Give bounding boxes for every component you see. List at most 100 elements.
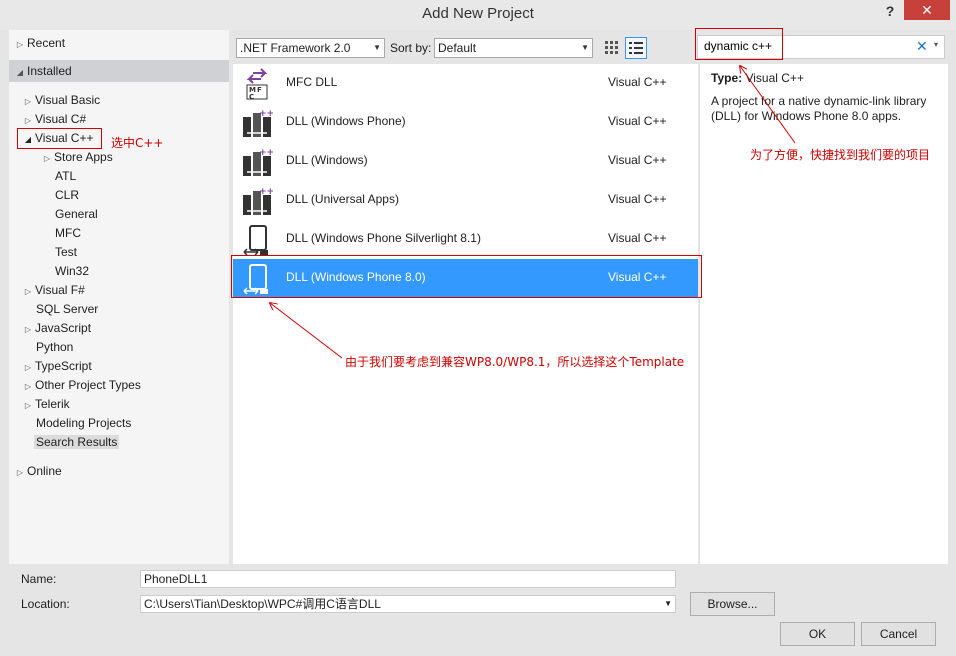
tree-item-visual-fsharp[interactable]: ▷ Visual F# [21, 281, 85, 300]
close-button[interactable]: ✕ [904, 0, 950, 20]
grid-view-icon[interactable] [602, 38, 622, 58]
sort-select[interactable]: Default ▼ [434, 38, 593, 58]
tree-item-atl[interactable]: ATL [55, 167, 76, 186]
phone-dll-icon [241, 224, 273, 256]
tree-label: Python [36, 340, 74, 354]
expand-icon[interactable]: ▷ [40, 149, 54, 168]
tree-item-python[interactable]: Python [36, 338, 73, 357]
project-form: Name: PhoneDLL1 Location: C:\Users\Tian\… [9, 564, 948, 652]
expand-icon[interactable]: ▷ [21, 358, 35, 377]
help-button[interactable]: ? [880, 3, 900, 23]
tree-label: Visual C# [35, 112, 87, 126]
chevron-down-icon: ▼ [581, 43, 589, 52]
expand-icon[interactable]: ▷ [13, 463, 27, 482]
tree-label: MFC [55, 226, 81, 240]
tree-label: Installed [27, 64, 72, 78]
tree-item-typescript[interactable]: ▷ TypeScript [21, 357, 92, 376]
tree-label: TypeScript [35, 359, 92, 373]
chevron-down-icon[interactable]: ▼ [664, 596, 672, 612]
svg-text:++: ++ [259, 187, 273, 197]
type-value: Visual C++ [745, 71, 804, 85]
framework-select[interactable]: .NET Framework 2.0 ▼ [236, 38, 385, 58]
tree-item-modeling-projects[interactable]: Modeling Projects [36, 414, 131, 433]
template-description: A project for a native dynamic-link libr… [711, 94, 927, 123]
svg-text:F: F [257, 86, 262, 94]
tree-item-search-results[interactable]: Search Results [34, 433, 120, 452]
template-row-dll-windows-phone[interactable]: ++ DLL (Windows Phone) Visual C++ [233, 103, 698, 142]
cancel-button[interactable]: Cancel [861, 622, 936, 646]
tree-item-other-project-types[interactable]: ▷ Other Project Types [21, 376, 141, 395]
dll-cpp-icon: ++ [241, 185, 274, 217]
expand-icon[interactable]: ▷ [21, 396, 35, 415]
list-view-icon[interactable] [625, 37, 647, 59]
framework-value: .NET Framework 2.0 [240, 41, 351, 55]
template-name: DLL (Universal Apps) [286, 192, 399, 206]
template-row-mfc-dll[interactable]: MFC MFC DLL Visual C++ [233, 64, 698, 103]
dll-cpp-icon: ++ [241, 107, 274, 139]
sort-label: Sort by: [390, 41, 432, 55]
tree-item-javascript[interactable]: ▷ JavaScript [21, 319, 91, 338]
tree-item-recent[interactable]: ▷ Recent [13, 34, 65, 53]
template-language: Visual C++ [608, 114, 667, 128]
tree-label: JavaScript [35, 321, 92, 335]
annotation-box-template [231, 255, 702, 298]
expand-icon[interactable]: ▷ [13, 35, 27, 54]
tree-label: Search Results [34, 435, 120, 449]
tree-item-store-apps[interactable]: ▷ Store Apps [40, 148, 113, 167]
tree-item-online[interactable]: ▷ Online [13, 462, 62, 481]
template-row-dll-universal-apps[interactable]: ++ DLL (Universal Apps) Visual C++ [233, 181, 698, 220]
expand-icon[interactable]: ▷ [21, 320, 35, 339]
tree-item-win32[interactable]: Win32 [55, 262, 89, 281]
template-name: DLL (Windows Phone) [286, 114, 406, 128]
tree-item-test[interactable]: Test [55, 243, 77, 262]
tree-label: General [55, 207, 98, 221]
tree-label: Modeling Projects [36, 416, 132, 430]
collapse-icon[interactable]: ◢ [13, 62, 27, 84]
name-field[interactable]: PhoneDLL1 [140, 570, 676, 588]
annotation-search-note: 为了方便，快捷找到我们要的项目 [750, 148, 931, 162]
template-name: MFC DLL [286, 75, 338, 89]
tree-label: Win32 [55, 264, 90, 278]
svg-text:C: C [249, 93, 254, 100]
tree-label: SQL Server [36, 302, 99, 316]
browse-button[interactable]: Browse... [690, 592, 775, 616]
type-label: Type: [711, 71, 743, 85]
location-value: C:\Users\Tian\Desktop\WPC#调用C语言DLL [144, 597, 381, 611]
tree-label: ATL [55, 169, 77, 183]
template-row-dll-windows[interactable]: ++ DLL (Windows) Visual C++ [233, 142, 698, 181]
chevron-down-icon[interactable]: ▾ [934, 40, 938, 49]
chevron-down-icon: ▼ [373, 43, 381, 52]
expand-icon[interactable]: ▷ [21, 282, 35, 301]
template-name: DLL (Windows) [286, 153, 368, 167]
tree-label: Recent [27, 36, 66, 50]
tree-item-telerik[interactable]: ▷ Telerik [21, 395, 70, 414]
template-row-dll-wp-silverlight[interactable]: DLL (Windows Phone Silverlight 8.1) Visu… [233, 220, 698, 259]
location-field[interactable]: C:\Users\Tian\Desktop\WPC#调用C语言DLL ▼ [140, 595, 676, 613]
tree-label: CLR [55, 188, 80, 202]
ok-button[interactable]: OK [780, 622, 855, 646]
expand-icon[interactable]: ▷ [21, 92, 35, 111]
annotation-box-visual-cpp [17, 128, 102, 149]
tree-label: Test [55, 245, 78, 259]
name-label: Name: [21, 572, 57, 586]
tree-label: Visual F# [35, 283, 85, 297]
tree-item-sql-server[interactable]: SQL Server [36, 300, 98, 319]
clear-search-icon[interactable]: ✕ [916, 38, 928, 55]
annotation-template-note: 由于我们要考虑到兼容WP8.0/WP8.1，所以选择这个Template [345, 355, 685, 369]
sort-value: Default [438, 41, 477, 55]
tree-item-mfc[interactable]: MFC [55, 224, 81, 243]
tree-item-visual-csharp[interactable]: ▷ Visual C# [21, 110, 86, 129]
template-language: Visual C++ [608, 75, 667, 89]
tree-item-installed[interactable]: ◢ Installed [9, 60, 229, 82]
tree-label: Other Project Types [35, 378, 141, 392]
tree-item-clr[interactable]: CLR [55, 186, 79, 205]
template-list: MFC MFC DLL Visual C++ ++ DLL (Windows P… [233, 64, 698, 564]
template-language: Visual C++ [608, 153, 667, 167]
tree-item-general[interactable]: General [55, 205, 98, 224]
tree-label: Visual Basic [35, 93, 101, 107]
expand-icon[interactable]: ▷ [21, 377, 35, 396]
tree-item-visual-basic[interactable]: ▷ Visual Basic [21, 91, 100, 110]
toolbar: .NET Framework 2.0 ▼ Sort by: Default ▼ [232, 34, 697, 60]
dialog-title: Add New Project [422, 5, 534, 22]
tree-label: Online [27, 464, 62, 478]
